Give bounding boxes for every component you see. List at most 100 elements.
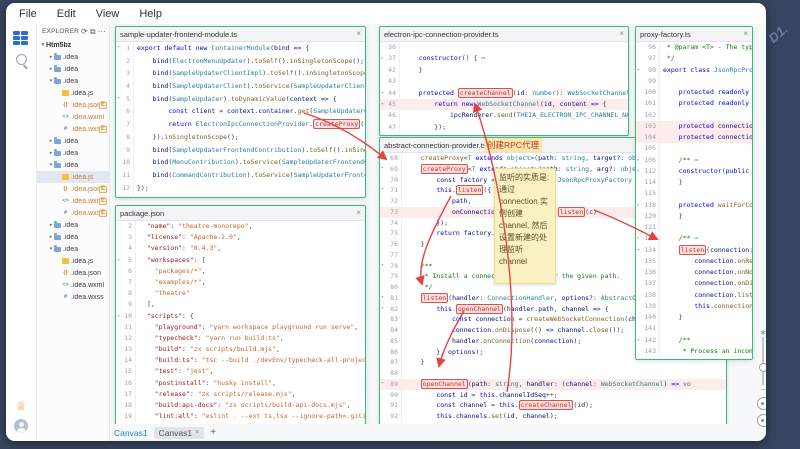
menu-item-edit[interactable]: Edit	[57, 8, 76, 20]
fold-open-icon[interactable]: ▾	[117, 42, 120, 55]
highlighted-token[interactable]: listen	[455, 185, 484, 196]
fold-open-icon[interactable]: ▾	[381, 379, 384, 390]
line-number[interactable]: 1 ▾	[116, 42, 134, 55]
menu-item-view[interactable]: View	[96, 8, 120, 20]
tree-file-row[interactable]: {} .idea.json E	[37, 183, 109, 195]
line-number[interactable]: 133 ▸	[636, 233, 660, 245]
tree-folder-row[interactable]: ▾ Htm5bz	[37, 39, 109, 51]
line-number[interactable]: 134 ▾	[636, 244, 660, 256]
highlighted-token[interactable]: createChannel	[518, 400, 574, 411]
line-number[interactable]: 106 ▸	[636, 154, 660, 166]
fold-open-icon[interactable]: ▾	[381, 293, 384, 304]
line-number[interactable]: 118 ▸	[636, 199, 660, 211]
sticky-note[interactable]: 监听的实质是: 通过 connection 实例创建 channel, 然后设置…	[494, 168, 556, 284]
line-number[interactable]: 112 ▸	[636, 165, 660, 177]
refresh-icon[interactable]: ⟳	[81, 27, 88, 36]
code-panel-sample-updater[interactable]: sample-updater-frontend-module.ts × 1 ▾ exp…	[115, 26, 366, 198]
tree-file-row[interactable]: #.idea.wxssE	[37, 207, 109, 219]
line-number[interactable]: 142 ▾	[636, 334, 660, 346]
line-number[interactable]: 98 ▾	[636, 64, 660, 76]
crown-icon[interactable]: ♕	[6, 399, 36, 413]
tree-file-row[interactable]: {} .idea.json	[37, 267, 109, 279]
add-tab-button[interactable]: +	[210, 427, 216, 438]
highlighted-token[interactable]: openChannel	[420, 378, 468, 389]
line-number[interactable]: 5 ▾	[116, 254, 136, 266]
line-number[interactable]: 5 ▾	[116, 92, 134, 106]
code-panel-proxy-factory[interactable]: proxy-factory.ts × 96 * @param <T> - The …	[635, 26, 753, 360]
tree-folder-row[interactable]: ▾ .idea	[37, 243, 109, 255]
close-icon[interactable]: ×	[195, 429, 199, 437]
fold-closed-icon[interactable]: ▸	[637, 155, 640, 166]
explorer-grid-icon[interactable]	[13, 31, 29, 47]
overview-button[interactable]	[756, 414, 766, 427]
fold-open-icon[interactable]: ▾	[381, 164, 384, 175]
fold-open-icon[interactable]: ▾	[381, 185, 384, 196]
highlighted-token[interactable]: openChannel	[455, 303, 503, 314]
line-number[interactable]: 71 ▾	[380, 185, 402, 196]
code-panel-electron-ipc[interactable]: electron-ipc-connection-provider.ts × 36 3…	[379, 26, 629, 136]
fold-open-icon[interactable]: ▾	[117, 255, 120, 266]
tree-folder-row[interactable]: ▸ .idea	[37, 147, 109, 159]
line-number[interactable]: 78 ▾	[380, 260, 402, 272]
line-number[interactable]: 69 ▾	[380, 163, 402, 175]
annotation-label[interactable]: 创建RPC代理	[484, 138, 542, 152]
menu-item-file[interactable]: File	[19, 8, 37, 20]
line-number[interactable]: 44 ▾	[380, 87, 400, 99]
line-number[interactable]: 81 ▾	[380, 292, 402, 304]
fold-open-icon[interactable]: ▾	[381, 99, 384, 110]
avatar[interactable]	[14, 419, 28, 433]
line-number[interactable]: 82 ▾	[380, 303, 402, 315]
fold-open-icon[interactable]: ▾	[381, 88, 384, 99]
search-icon[interactable]	[13, 54, 29, 70]
tree-file-row[interactable]: .idea.js	[37, 87, 109, 99]
collapse-icon[interactable]: ⧉	[90, 27, 96, 37]
tree-folder-row[interactable]: ▸ .idea	[37, 51, 109, 63]
fold-closed-icon[interactable]: ▸	[637, 200, 640, 211]
zoom-out-tick[interactable]: −	[756, 386, 766, 394]
fold-closed-icon[interactable]: ▸	[637, 233, 640, 244]
fold-open-icon[interactable]: ▾	[381, 261, 384, 272]
fold-open-icon[interactable]: ▾	[637, 65, 640, 76]
fit-view-button[interactable]	[756, 397, 766, 410]
fold-open-icon[interactable]: ▾	[117, 311, 120, 322]
tree-folder-row[interactable]: ▸ .idea	[37, 135, 109, 147]
close-icon[interactable]: ×	[356, 209, 361, 217]
close-icon[interactable]: ×	[619, 30, 624, 38]
zoom-slider[interactable]	[759, 337, 766, 385]
tree-folder-row[interactable]: ▾ .idea	[37, 159, 109, 171]
tree-file-row[interactable]: {} .idea.json E	[37, 99, 109, 111]
highlighted-token[interactable]: createChannel	[457, 87, 513, 98]
fold-open-icon[interactable]: ▾	[381, 304, 384, 315]
tree-file-row[interactable]: .idea.js	[37, 171, 109, 183]
tree-file-row[interactable]: #.idea.wxssE	[37, 123, 109, 135]
highlighted-token[interactable]: createProxy	[420, 163, 468, 174]
code-panel-package-json[interactable]: package.json × 2 "name": "theatre-monorep…	[115, 205, 366, 425]
canvas-tab[interactable]: Canvas1 ×	[153, 426, 205, 439]
tree-file-row[interactable]: .idea.js	[37, 255, 109, 267]
tree-file-row[interactable]: <>.idea.wxmlE	[37, 195, 109, 207]
highlighted-token[interactable]: createProxy	[313, 119, 361, 130]
menu-item-help[interactable]: Help	[139, 8, 162, 20]
fold-open-icon[interactable]: ▾	[637, 245, 640, 256]
highlighted-token[interactable]: listen	[557, 206, 586, 217]
tree-folder-row[interactable]: ▾ .idea	[37, 75, 109, 87]
tree-folder-row[interactable]: ▸ .idea	[37, 231, 109, 243]
zoom-slider-handle[interactable]	[759, 363, 766, 372]
highlighted-token[interactable]: listen	[678, 244, 707, 255]
line-number[interactable]: 37 ▸	[380, 53, 400, 65]
close-icon[interactable]: ×	[743, 30, 748, 38]
fold-closed-icon[interactable]: ▸	[381, 53, 384, 64]
tree-folder-row[interactable]: ▸ .idea	[37, 63, 109, 75]
fold-closed-icon[interactable]: ▸	[637, 166, 640, 177]
line-number[interactable]: 10 ▾	[116, 310, 136, 322]
tree-folder-row[interactable]: ▸ .idea	[37, 219, 109, 231]
line-number[interactable]: 89 ▾	[380, 378, 402, 390]
tree-file-row[interactable]: # .idea.wxss	[37, 291, 109, 303]
tree-file-row[interactable]: <> .idea.wxml	[37, 279, 109, 291]
canvas-tab-active[interactable]: Canvas1	[114, 428, 148, 438]
line-number[interactable]: 45 ▾	[380, 98, 400, 111]
tree-file-row[interactable]: <> .idea.wxml	[37, 111, 109, 123]
close-icon[interactable]: ×	[356, 30, 361, 38]
fold-open-icon[interactable]: ▾	[117, 93, 120, 106]
fold-open-icon[interactable]: ▾	[637, 335, 640, 346]
